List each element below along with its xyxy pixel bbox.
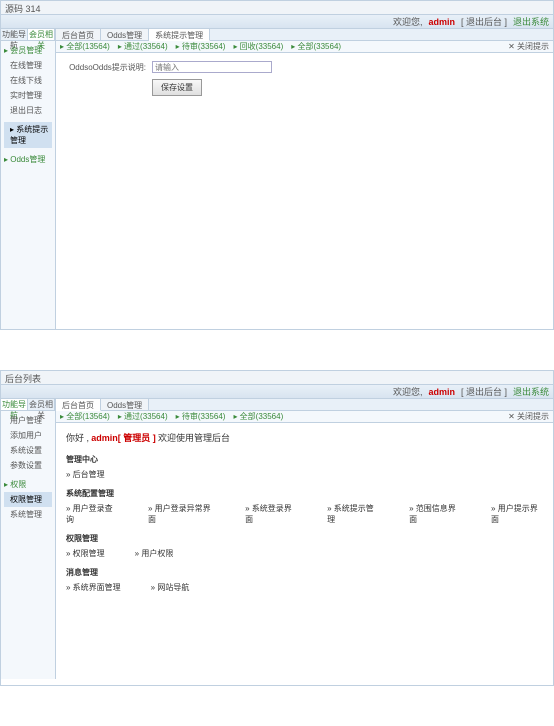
close-hint[interactable]: ✕ 关闭提示 [508, 41, 549, 52]
welcome-label: 欢迎您, [393, 385, 423, 398]
title-bar: 后台列表 [1, 371, 553, 385]
sidebar-item[interactable]: 参数设置 [4, 458, 52, 473]
side-group-head[interactable]: ▸ Odds管理 [4, 152, 52, 167]
toolbar-filter[interactable]: ▸ 全部(13564) [60, 41, 110, 52]
sidebar: 功能导航会员相关 用户管理添加用户系统设置参数设置▸ 权限权限管理系统管理 [1, 399, 56, 679]
side-tab[interactable]: 功能导航 [1, 29, 28, 40]
dashboard-link[interactable]: » 后台管理 [66, 469, 105, 480]
sidebar-item[interactable]: 在线下线 [4, 73, 52, 88]
toolbar-filter[interactable]: ▸ 通过(33564) [118, 41, 168, 52]
toolbar: ▸ 全部(13564) ▸ 通过(33564) ▸ 待审(33564) ▸ 回收(33… [56, 41, 553, 53]
dashboard-link[interactable]: » 用户登录查询 [66, 503, 118, 525]
dashboard-link[interactable]: » 权限管理 [66, 548, 105, 559]
dashboard-link[interactable]: » 系统登录界面 [245, 503, 297, 525]
main-tab[interactable]: Odds管理 [101, 399, 149, 410]
title-bar: 源码 314 [1, 1, 553, 15]
side-tab[interactable]: 会员相关 [28, 399, 55, 410]
section-title: 系统配置管理 [66, 488, 543, 499]
sidebar-item[interactable]: 权限管理 [4, 492, 52, 507]
side-tabs: 功能导航会员相关 [1, 399, 55, 411]
main-tabs: 后台首页Odds管理 [56, 399, 553, 411]
section-title: 消息管理 [66, 567, 543, 578]
header-bar: 欢迎您, admin [ 退出后台 ] 退出系统 [1, 385, 553, 399]
toolbar-filter[interactable]: ▸ 全部(13564) [60, 411, 110, 422]
side-group-head[interactable]: ▸ 系统提示管理 [4, 122, 52, 148]
dashboard-link[interactable]: » 系统界面管理 [66, 582, 121, 593]
dashboard-link[interactable]: » 系统提示管理 [327, 503, 379, 525]
dashboard-link[interactable]: » 用户登录异常界面 [148, 503, 215, 525]
exit-link[interactable]: 退出系统 [513, 15, 549, 28]
main-area: 后台首页Odds管理 ▸ 全部(13564) ▸ 通过(33564) ▸ 待审(33… [56, 399, 553, 679]
toolbar: ▸ 全部(13564) ▸ 通过(33564) ▸ 待审(33564) ▸ 全部(33… [56, 411, 553, 423]
sidebar-item[interactable]: 系统设置 [4, 443, 52, 458]
dashboard-link[interactable]: » 网站导航 [151, 582, 190, 593]
side-tabs: 功能导航会员相关 [1, 29, 55, 41]
dashboard-link[interactable]: » 用户提示界面 [491, 503, 543, 525]
dashboard-link[interactable]: » 范围信息界面 [409, 503, 461, 525]
main-tab[interactable]: 后台首页 [56, 29, 101, 40]
main-tab[interactable]: 系统提示管理 [149, 29, 210, 41]
toolbar-filter[interactable]: ▸ 待审(33564) [176, 41, 226, 52]
toolbar-filter[interactable]: ▸ 全部(33564) [233, 411, 283, 422]
toolbar-filter[interactable]: ▸ 回收(33564) [233, 41, 283, 52]
close-hint[interactable]: ✕ 关闭提示 [508, 411, 549, 422]
side-tab[interactable]: 功能导航 [1, 399, 28, 410]
sidebar-item[interactable]: 实时管理 [4, 88, 52, 103]
sidebar: 功能导航会员相关 ▸ 会员管理在线管理在线下线实时管理退出日志▸ 系统提示管理▸… [1, 29, 56, 329]
save-button[interactable]: 保存设置 [152, 79, 202, 96]
hint-input[interactable] [152, 61, 272, 73]
side-group-head[interactable]: ▸ 权限 [4, 477, 52, 492]
sidebar-item[interactable]: 添加用户 [4, 428, 52, 443]
toolbar-filter[interactable]: ▸ 待审(33564) [176, 411, 226, 422]
header-bar: 欢迎您, admin [ 退出后台 ] 退出系统 [1, 15, 553, 29]
form-row: OddsoOdds提示说明: [66, 61, 543, 73]
welcome-text: 你好 , admin[ 管理员 ] 欢迎使用管理后台 [66, 431, 543, 444]
section-title: 权限管理 [66, 533, 543, 544]
exit-link[interactable]: 退出系统 [513, 385, 549, 398]
dashboard-link[interactable]: » 用户权限 [135, 548, 174, 559]
toolbar-filter[interactable]: ▸ 通过(33564) [118, 411, 168, 422]
welcome-pre: 你好 , [66, 433, 89, 443]
panel-system-hint: 源码 314 欢迎您, admin [ 退出后台 ] 退出系统 功能导航会员相关… [0, 0, 554, 330]
admin-name: admin [428, 387, 455, 397]
side-tab[interactable]: 会员相关 [28, 29, 55, 40]
section-title: 管理中心 [66, 454, 543, 465]
main-tab[interactable]: Odds管理 [101, 29, 149, 40]
main-tab[interactable]: 后台首页 [56, 399, 101, 411]
main-area: 后台首页Odds管理系统提示管理 ▸ 全部(13564)▸ 通过(33564)▸… [56, 29, 553, 329]
welcome-label: 欢迎您, [393, 15, 423, 28]
logout-link[interactable]: [ 退出后台 ] [461, 15, 507, 28]
panel-dashboard: 后台列表 欢迎您, admin [ 退出后台 ] 退出系统 功能导航会员相关 用… [0, 370, 554, 686]
form-label: OddsoOdds提示说明: [66, 62, 146, 73]
sidebar-item[interactable]: 系统管理 [4, 507, 52, 522]
sidebar-item[interactable]: 退出日志 [4, 103, 52, 118]
admin-name: admin [428, 17, 455, 27]
logout-link[interactable]: [ 退出后台 ] [461, 385, 507, 398]
welcome-admin: admin[ 管理员 ] [91, 433, 156, 443]
toolbar-filter[interactable]: ▸ 全部(33564) [291, 41, 341, 52]
welcome-post: 欢迎使用管理后台 [158, 433, 230, 443]
sidebar-item[interactable]: 在线管理 [4, 58, 52, 73]
main-tabs: 后台首页Odds管理系统提示管理 [56, 29, 553, 41]
